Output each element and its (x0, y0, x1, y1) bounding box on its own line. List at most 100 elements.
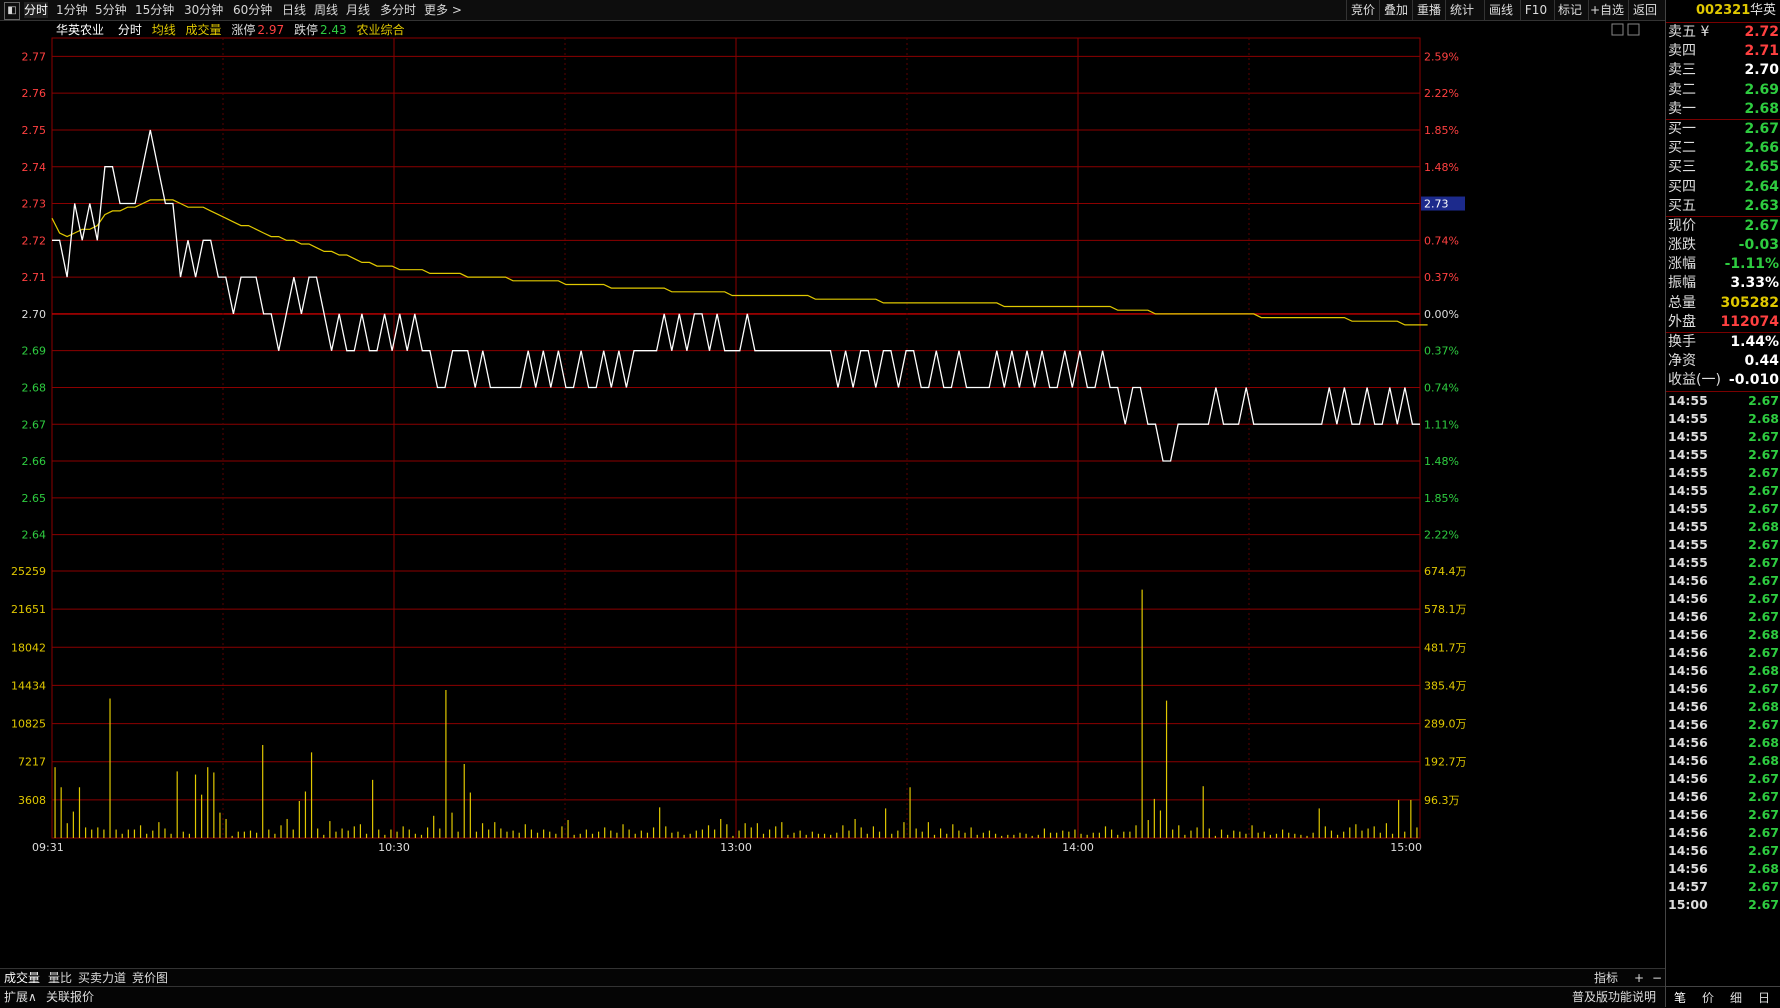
limit-down-label: 跌停 (293, 23, 318, 37)
bid-row-2: 买二 2.66 (1666, 139, 1780, 158)
tab-monthly[interactable]: 月线 (346, 2, 370, 18)
tick-time: 14:56 (1668, 716, 1708, 732)
volume-tick-label: 21651 (11, 603, 46, 616)
tick-price: 2.67 (1748, 608, 1779, 624)
stat-row: 涨跌 -0.03 (1666, 236, 1780, 255)
tick-row: 14:55 2.67 (1666, 500, 1780, 518)
draw-line-button[interactable]: 画线 (1484, 0, 1517, 20)
tick-list[interactable]: 14:55 2.67 14:55 2.68 14:55 2.67 14:55 2.67 14:5… (1666, 390, 1780, 914)
fundamental-row-label: 净资 (1668, 353, 1696, 370)
tick-time: 14:55 (1668, 518, 1708, 534)
ask-row-5: 卖五 ¥ 2.72 (1666, 23, 1780, 42)
ask-book: 卖五 ¥ 2.72 卖四 2.71 卖三 2.70 卖二 2.69 卖一 2.68 (1666, 22, 1780, 119)
tick-row: 14:55 2.67 (1666, 554, 1780, 572)
volume-amount-label: 192.7万 (1424, 756, 1467, 769)
ask-row-4-value: 2.71 (1744, 43, 1779, 60)
overlay-button[interactable]: 叠加 (1379, 0, 1412, 20)
time-tick-label: 13:00 (720, 841, 752, 854)
tab-detail[interactable]: 细 (1730, 989, 1742, 1006)
tick-price: 2.67 (1748, 392, 1779, 408)
pct-tick-label: 2.22% (1424, 529, 1459, 542)
f10-button[interactable]: F10 (1520, 0, 1551, 20)
related-quotes-button[interactable]: 关联报价 (46, 989, 94, 1005)
ask-row-2-value: 2.69 (1744, 81, 1779, 98)
tick-row: 14:56 2.68 (1666, 734, 1780, 752)
tick-row: 14:56 2.67 (1666, 680, 1780, 698)
stat-row-label: 现价 (1668, 217, 1696, 234)
tick-time: 14:56 (1668, 572, 1708, 588)
indicator-tabs-bar: 成交量 量比 买卖力道 竞价图 指标 + − (0, 968, 1665, 987)
tick-row: 14:55 2.67 (1666, 536, 1780, 554)
tick-time: 14:56 (1668, 680, 1708, 696)
zoom-out-button[interactable]: − (1652, 970, 1662, 986)
sidebar-toggle-icon[interactable]: ◧ (4, 2, 20, 20)
tick-row: 14:55 2.67 (1666, 428, 1780, 446)
tab-1min[interactable]: 1分钟 (56, 2, 88, 18)
replay-button[interactable]: 重播 (1412, 0, 1445, 20)
chart-settings-icon[interactable] (1611, 23, 1624, 36)
back-button[interactable]: 返回 (1628, 0, 1661, 20)
stat-row-label: 涨跌 (1668, 237, 1696, 254)
limit-up-label: 涨停 (231, 23, 256, 37)
volume-amount-label: 289.0万 (1424, 718, 1467, 731)
average-price-line (51, 199, 1428, 326)
stat-row: 外盘 112074 (1666, 313, 1780, 332)
tick-row: 14:56 2.67 (1666, 842, 1780, 860)
tick-price: 2.67 (1748, 572, 1779, 588)
tab-price[interactable]: 价 (1702, 989, 1714, 1006)
tick-price: 2.68 (1748, 734, 1779, 750)
tick-price: 2.67 (1748, 500, 1779, 516)
tab-volume-ratio[interactable]: 量比 (48, 970, 72, 986)
add-watchlist-button[interactable]: +自选 (1588, 0, 1625, 20)
chart-legend: 华英农业 分时 均线 成交量 涨停 2.97 跌停 2.43 农业综合 (56, 22, 411, 38)
pct-tick-label: 1.11% (1424, 418, 1459, 431)
quote-stats: 现价 2.67 涨跌 -0.03 涨幅 -1.11% 振幅 3.33% 总量 305282 外盘 11… (1666, 215, 1780, 332)
tab-5min[interactable]: 5分钟 (95, 2, 127, 18)
tab-60min[interactable]: 60分钟 (233, 2, 272, 18)
indicator-button[interactable]: 指标 (1594, 970, 1618, 986)
stat-row-value: 3.33% (1730, 275, 1779, 292)
tick-row: 14:57 2.67 (1666, 878, 1780, 896)
expand-button[interactable]: 扩展∧ (4, 989, 37, 1005)
tab-multi-intraday[interactable]: 多分时 (380, 2, 416, 18)
intraday-chart[interactable]: 2.77 2.59% 2.76 2.22% 2.75 1.85% 2.74 1.48% 2.73… (0, 20, 1665, 968)
auction-button[interactable]: 竞价 (1346, 0, 1379, 20)
tick-time: 14:55 (1668, 500, 1708, 516)
price-tick-label: 2.67 (22, 418, 47, 431)
chart-zoom-icon[interactable] (1627, 23, 1640, 36)
zoom-in-button[interactable]: + (1634, 970, 1644, 986)
stat-row-value: 112074 (1720, 313, 1779, 330)
stock-code: 002321 (1696, 3, 1751, 18)
pct-tick-label: 0.74% (1424, 381, 1459, 394)
price-tick-label: 2.70 (22, 308, 47, 321)
price-tick-label: 2.73 (22, 198, 47, 211)
tick-price: 2.68 (1748, 752, 1779, 768)
tick-time: 14:56 (1668, 698, 1708, 714)
stat-row: 振幅 3.33% (1666, 274, 1780, 293)
volume-tick-label: 10825 (11, 718, 46, 731)
stat-row-value: -1.11% (1724, 256, 1779, 273)
pct-tick-label: 2.22% (1424, 87, 1459, 100)
tick-row: 14:56 2.68 (1666, 626, 1780, 644)
fundamental-row: 换手 1.44% (1666, 333, 1780, 352)
tab-15min[interactable]: 15分钟 (135, 2, 174, 18)
tab-ticks[interactable]: 笔 (1674, 989, 1686, 1006)
statistics-button[interactable]: 统计 (1445, 0, 1478, 20)
tab-auction-chart[interactable]: 竞价图 (132, 970, 168, 986)
sector-link[interactable]: 农业综合 (357, 23, 405, 37)
tab-day[interactable]: 日 (1758, 989, 1770, 1006)
tab-intraday[interactable]: 分时 (24, 2, 49, 18)
volume-amount-label: 674.4万 (1424, 565, 1467, 578)
mark-button[interactable]: 标记 (1554, 0, 1585, 20)
tab-30min[interactable]: 30分钟 (184, 2, 223, 18)
feature-guide-link[interactable]: 普及版功能说明 (1572, 989, 1656, 1005)
pct-tick-label: 1.85% (1424, 492, 1459, 505)
tab-volume[interactable]: 成交量 (4, 970, 41, 987)
tab-more[interactable]: 更多 > (424, 2, 462, 18)
tick-time: 14:55 (1668, 392, 1708, 408)
tab-weekly[interactable]: 周线 (314, 2, 338, 18)
price-tick-label: 2.71 (22, 271, 47, 284)
tab-buy-sell-power[interactable]: 买卖力道 (78, 970, 126, 986)
tab-daily[interactable]: 日线 (282, 2, 306, 18)
fundamental-row-value: -0.010 (1728, 372, 1779, 389)
